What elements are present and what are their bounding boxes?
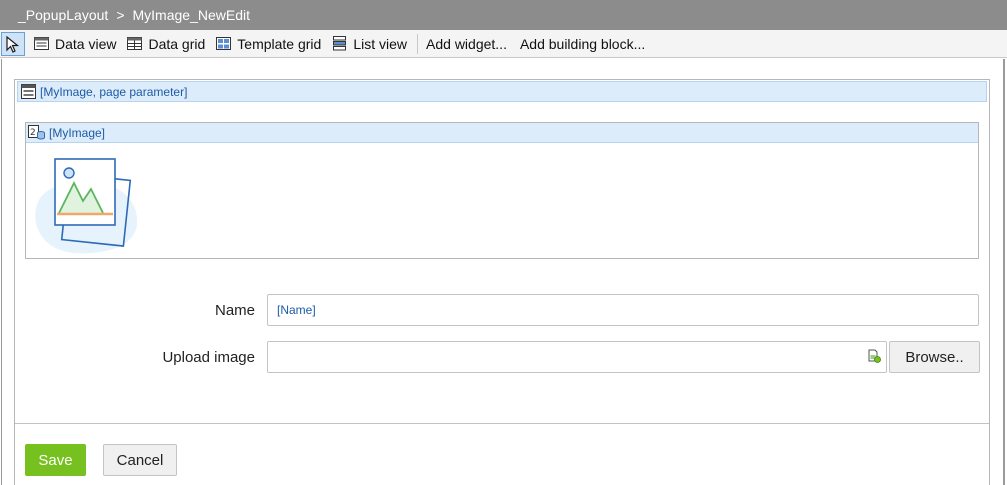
browse-button[interactable]: Browse.. [889, 341, 980, 373]
breadcrumb-current: MyImage_NewEdit [132, 7, 251, 23]
add-widget-button[interactable]: Add widget... [426, 36, 507, 52]
add-template-grid-button[interactable]: Template grid [215, 35, 321, 52]
image-widget-caption: [MyImage] [49, 125, 106, 140]
upload-file-icon [867, 349, 881, 363]
image-widget[interactable]: 2 [MyImage] [25, 122, 979, 259]
upload-image-row: Upload image Browse.. [15, 341, 991, 373]
breadcrumb-separator: > [116, 7, 125, 23]
add-building-block-button[interactable]: Add building block... [520, 36, 645, 52]
toolbar-divider [417, 33, 419, 54]
image-viewer-icon: 2 [27, 124, 46, 141]
save-button[interactable]: Save [25, 444, 86, 476]
list-view-icon [331, 35, 348, 52]
toolbar: Data view Data grid Template grid List v… [0, 30, 1007, 58]
upload-image-field[interactable] [267, 341, 887, 373]
data-grid-icon [126, 35, 143, 52]
pointer-tool-button[interactable] [1, 31, 25, 56]
pointer-arrow-icon [6, 35, 20, 53]
image-widget-header: 2 [MyImage] [26, 123, 978, 143]
data-grid-label: Data grid [148, 35, 206, 52]
cancel-button[interactable]: Cancel [103, 444, 177, 476]
template-grid-label: Template grid [237, 35, 322, 52]
data-view-icon [33, 35, 50, 52]
name-row: Name [Name] [15, 294, 991, 326]
name-field[interactable]: [Name] [267, 294, 979, 326]
list-view-label: List view [353, 35, 408, 52]
svg-text:2: 2 [30, 128, 36, 138]
upload-image-label: Upload image [162, 348, 255, 366]
data-view-caption: [MyImage, page parameter] [40, 84, 188, 99]
template-grid-icon [215, 35, 232, 52]
footer-divider [15, 423, 989, 424]
add-list-view-button[interactable]: List view [331, 35, 407, 52]
data-view-label: Data view [55, 35, 117, 52]
breadcrumb-parent[interactable]: _PopupLayout [18, 7, 108, 23]
breadcrumb: _PopupLayout > MyImage_NewEdit [0, 0, 1007, 30]
page-canvas: [MyImage, page parameter] 2 [MyImage] Na… [1, 59, 1005, 485]
data-view-icon [20, 83, 37, 100]
name-label: Name [214, 301, 255, 319]
image-placeholder-icon [29, 155, 139, 255]
page-frame: [MyImage, page parameter] 2 [MyImage] Na… [14, 79, 990, 485]
add-data-view-button[interactable]: Data view [33, 35, 116, 52]
add-data-grid-button[interactable]: Data grid [126, 35, 205, 52]
data-view-header[interactable]: [MyImage, page parameter] [17, 81, 987, 102]
